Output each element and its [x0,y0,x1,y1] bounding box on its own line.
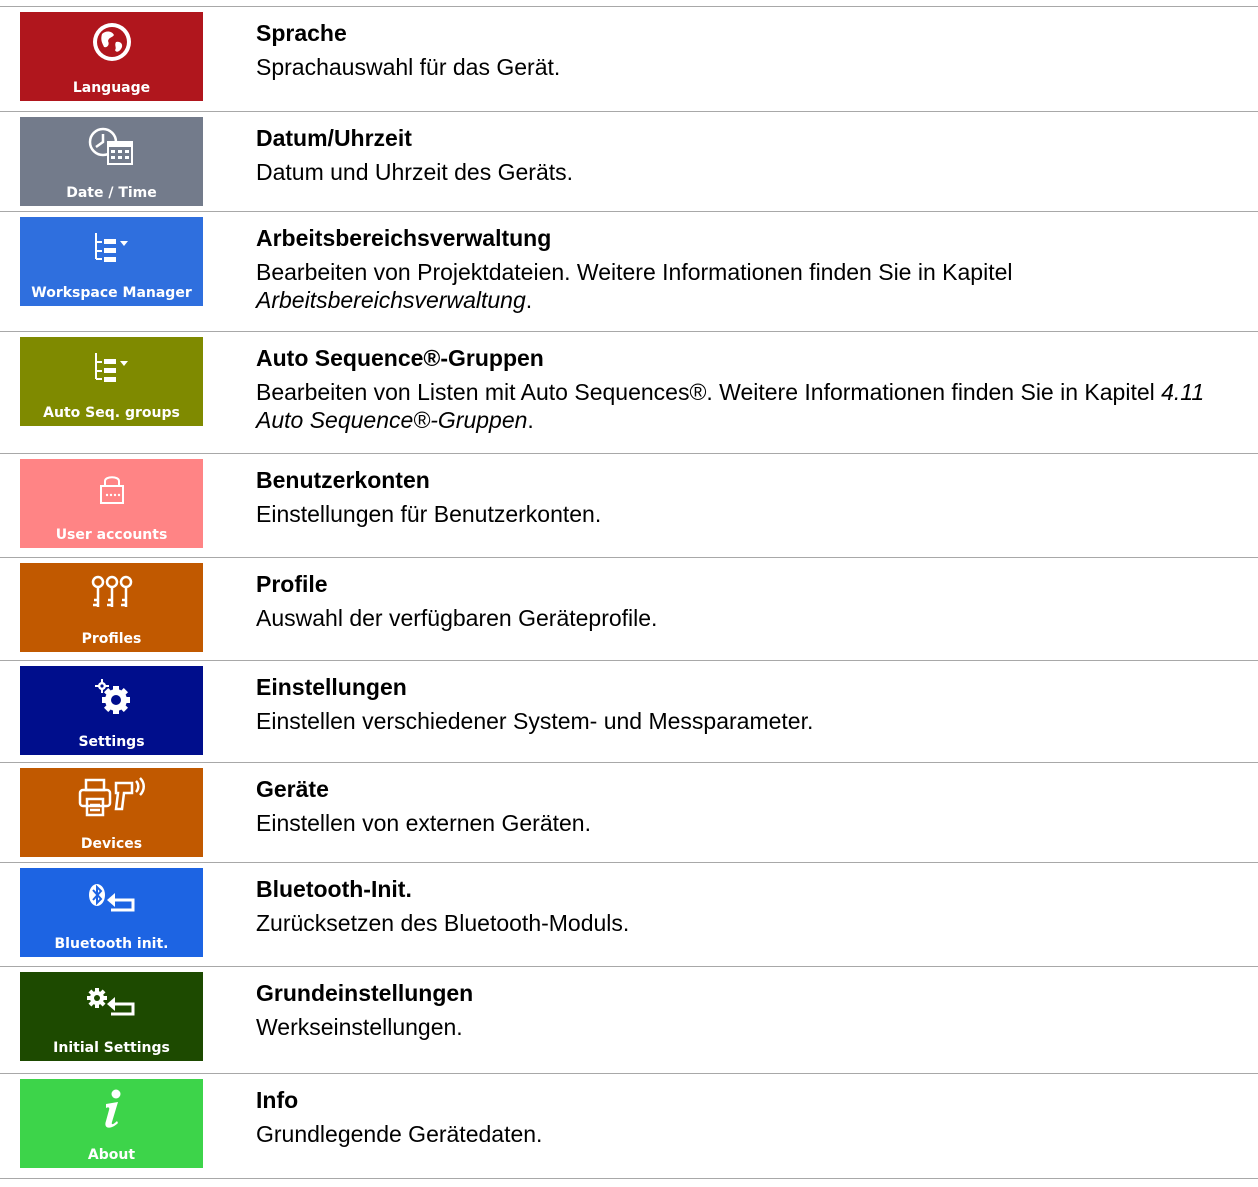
profiles-tile[interactable]: Profiles [20,563,203,652]
tile-label: Settings [78,734,145,750]
user-accounts-tile[interactable]: User accounts [20,459,203,548]
menu-item-title: Geräte [256,776,329,802]
menu-item-title: Einstellungen [256,674,407,700]
tile-label: Language [72,80,151,96]
menu-row-date-time: Date / Time Datum/Uhrzeit Datum und Uhrz… [0,111,1258,211]
menu-item-text: Bluetooth-Init. Zurücksetzen des Bluetoo… [256,875,1238,937]
menu-item-description: Zurücksetzen des Bluetooth-Moduls. [256,910,630,936]
menu-row-bluetooth-init: Bluetooth init. Bluetooth-Init. Zurückse… [0,862,1258,966]
menu-row-settings: Settings Einstellungen Einstellen versch… [0,660,1258,762]
menu-item-title: Info [256,1087,299,1113]
menu-item-title: Benutzerkonten [256,467,430,493]
menu-row-auto-seq-groups: Auto Seq. groups Auto Sequence®-Gruppen … [0,331,1258,453]
menu-item-description: Grundlegende Gerätedaten. [256,1121,543,1147]
menu-item-text: Auto Sequence®-Gruppen Bearbeiten von Li… [256,344,1238,434]
gear-reset-icon [20,980,203,1024]
date-time-tile[interactable]: Date / Time [20,117,203,206]
menu-item-text: Einstellungen Einstellen verschiedener S… [256,673,1238,735]
tile-label: Devices [80,836,143,852]
globe-icon [20,20,203,64]
language-tile[interactable]: Language [20,12,203,101]
menu-item-title: Auto Sequence®-Gruppen [256,345,544,371]
workspace-manager-tile[interactable]: Workspace Manager [20,217,203,306]
menu-row-initial-settings: Initial Settings Grundeinstellungen Werk… [0,966,1258,1073]
menu-item-description: Sprachauswahl für das Gerät. [256,54,561,80]
menu-item-description: Datum und Uhrzeit des Geräts. [256,159,574,185]
keys-icon [20,571,203,615]
bluetooth-reset-icon [20,876,203,920]
menu-item-description: Auswahl der verfügbaren Geräteprofile. [256,605,658,631]
menu-row-workspace-manager: Workspace Manager Arbeitsbereichsverwalt… [0,211,1258,331]
auto-seq-groups-tile[interactable]: Auto Seq. groups [20,337,203,426]
info-icon [20,1087,203,1131]
menu-item-text: Sprache Sprachauswahl für das Gerät. [256,19,1238,81]
menu-item-text: Datum/Uhrzeit Datum und Uhrzeit des Gerä… [256,124,1238,186]
menu-item-description: Einstellen verschiedener System- und Mes… [256,708,814,734]
menu-item-text: Geräte Einstellen von externen Geräten. [256,775,1238,837]
lock-icon [20,467,203,511]
menu-item-text: Grundeinstellungen Werkseinstellungen. [256,979,1238,1041]
tree-list-icon [20,345,203,389]
tile-label: Initial Settings [53,1040,170,1056]
about-tile[interactable]: About [20,1079,203,1168]
gears-icon [20,674,203,718]
menu-item-title: Grundeinstellungen [256,980,474,1006]
menu-item-text: Benutzerkonten Einstellungen für Benutze… [256,466,1238,528]
menu-item-text: Info Grundlegende Gerätedaten. [256,1086,1238,1148]
menu-item-title: Sprache [256,20,347,46]
tile-label: Bluetooth init. [54,936,169,952]
menu-item-title: Datum/Uhrzeit [256,125,412,151]
tree-list-icon [20,225,203,269]
settings-tile[interactable]: Settings [20,666,203,755]
menu-item-text: Profile Auswahl der verfügbaren Gerätepr… [256,570,1238,632]
menu-row-about: About Info Grundlegende Gerätedaten. [0,1073,1258,1179]
menu-item-title: Profile [256,571,328,597]
menu-row-user-accounts: User accounts Benutzerkonten Einstellung… [0,453,1258,557]
settings-menu-list: Language Sprache Sprachauswahl für das G… [0,6,1258,1179]
menu-item-description: Bearbeiten von Projektdateien. Weitere I… [256,259,1013,313]
menu-item-text: Arbeitsbereichsverwaltung Bearbeiten von… [256,224,1238,314]
menu-item-description: Werkseinstellungen. [256,1014,463,1040]
menu-item-description: Einstellungen für Benutzerkonten. [256,501,602,527]
tile-label: Profiles [81,631,142,647]
tile-label: About [87,1147,136,1163]
printer-scanner-icon [20,776,203,820]
menu-item-description: Einstellen von externen Geräten. [256,810,591,836]
initial-settings-tile[interactable]: Initial Settings [20,972,203,1061]
menu-item-title: Arbeitsbereichsverwaltung [256,225,552,251]
tile-label: Workspace Manager [31,285,192,301]
menu-row-devices: Devices Geräte Einstellen von externen G… [0,762,1258,862]
menu-row-profiles: Profiles Profile Auswahl der verfügbaren… [0,557,1258,660]
menu-row-language: Language Sprache Sprachauswahl für das G… [0,6,1258,111]
tile-label: User accounts [55,527,168,543]
devices-tile[interactable]: Devices [20,768,203,857]
tile-label: Auto Seq. groups [43,405,180,421]
bluetooth-init-tile[interactable]: Bluetooth init. [20,868,203,957]
menu-item-title: Bluetooth-Init. [256,876,412,902]
menu-item-description: Bearbeiten von Listen mit Auto Sequences… [256,379,1205,433]
clock-calendar-icon [20,125,203,169]
tile-label: Date / Time [66,185,157,201]
